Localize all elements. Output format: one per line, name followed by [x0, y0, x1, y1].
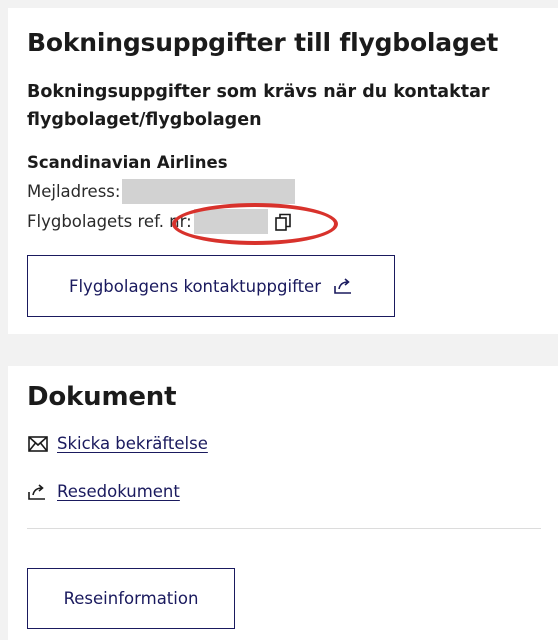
email-redacted [122, 179, 296, 204]
divider [27, 528, 541, 529]
reference-row: Flygbolagets ref. nr: [27, 209, 293, 234]
copy-icon[interactable] [273, 212, 293, 232]
travel-documents-label: Resedokument [57, 482, 180, 501]
travel-documents-link[interactable]: Resedokument [27, 482, 180, 501]
documents-card: Dokument Skicka bekräftelse Resedokument… [8, 366, 558, 640]
booking-details-subtitle: Bokningsuppgifter som krävs när du konta… [27, 82, 490, 130]
travel-information-button-label: Reseinformation [63, 589, 199, 608]
reference-label: Flygbolagets ref. nr: [27, 212, 192, 231]
reference-redacted [193, 209, 268, 234]
email-label: Mejladress: [27, 182, 121, 201]
airline-contact-button[interactable]: Flygbolagens kontaktuppgifter [27, 255, 395, 317]
airline-name: Scandinavian Airlines [27, 153, 228, 172]
booking-details-title: Bokningsuppgifter till flygbolaget [27, 28, 499, 57]
share-icon [28, 483, 45, 500]
documents-title: Dokument [27, 382, 177, 412]
booking-details-card: Bokningsuppgifter till flygbolaget Bokni… [8, 8, 558, 334]
send-confirmation-label: Skicka bekräftelse [57, 434, 208, 453]
email-row: Mejladress: [27, 179, 296, 204]
airline-contact-button-label: Flygbolagens kontaktuppgifter [68, 276, 321, 296]
travel-information-button[interactable]: Reseinformation [27, 568, 235, 629]
send-confirmation-link[interactable]: Skicka bekräftelse [27, 434, 208, 453]
envelope-icon [28, 435, 48, 452]
external-link-icon [334, 278, 351, 294]
